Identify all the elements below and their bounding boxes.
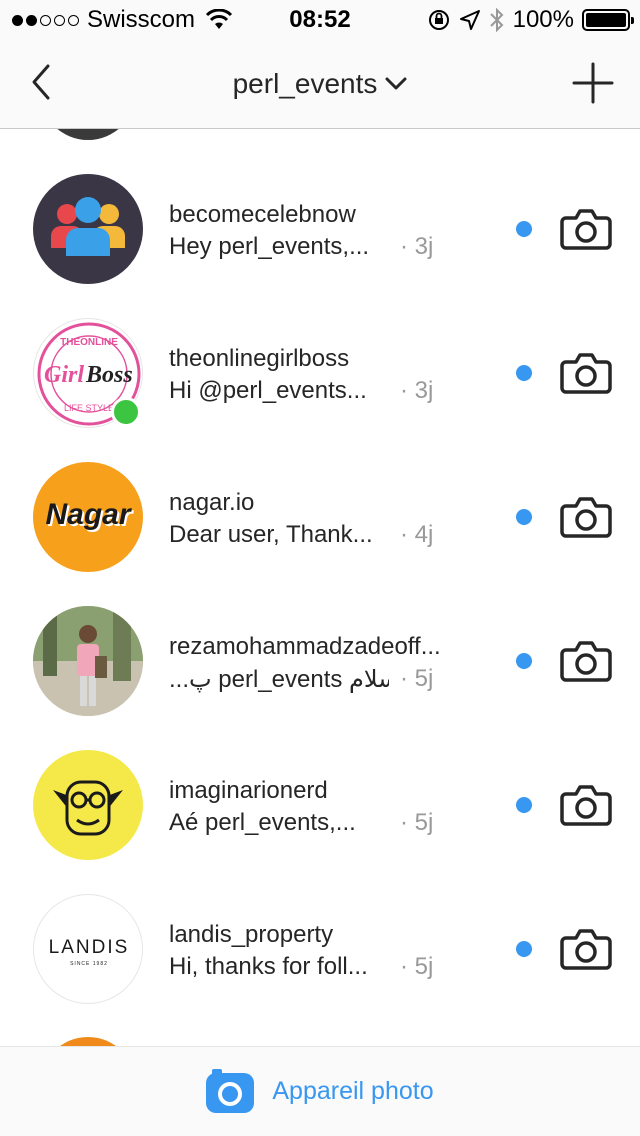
reply-camera-button[interactable] xyxy=(560,922,612,974)
reply-camera-button[interactable] xyxy=(560,634,612,686)
camera-icon xyxy=(560,785,612,826)
conversation-username: rezamohammadzadeoff... xyxy=(169,633,441,660)
unread-indicator xyxy=(516,221,532,237)
svg-text:LANDIS: LANDIS xyxy=(49,937,130,958)
orientation-lock-icon xyxy=(428,10,449,30)
camera-icon xyxy=(560,209,612,250)
camera-icon xyxy=(560,353,612,394)
account-switcher: perl_events xyxy=(0,68,640,100)
camera-button-label: Appareil photo xyxy=(272,1076,434,1105)
conversation-row[interactable]: becomecelebnow Hey perl_events,... · 3j xyxy=(0,129,640,284)
avatar: Nagar Nagar xyxy=(33,462,143,572)
conversation-row[interactable]: LANDIS SINCE 1982 landis_property Hi, th… xyxy=(0,849,640,1004)
message-preview: Hi, thanks for foll... xyxy=(169,953,368,980)
people-group-icon xyxy=(51,197,125,256)
camera-button[interactable]: Appareil photo xyxy=(0,1069,640,1113)
plus-icon xyxy=(572,62,614,104)
conversation-username: theonlinegirlboss xyxy=(169,345,350,372)
unread-indicator xyxy=(516,365,532,381)
svg-text:LIFE STYLE: LIFE STYLE xyxy=(64,403,114,413)
conversation-row[interactable]: Nagar Nagar nagar.io Dear user, Thank...… xyxy=(0,417,640,572)
svg-text:Boss: Boss xyxy=(85,362,133,388)
conversation-username: becomecelebnow xyxy=(169,201,356,228)
bluetooth-icon xyxy=(489,7,504,33)
message-age: · 3j xyxy=(400,377,434,404)
battery-fill xyxy=(586,13,626,27)
svg-text:Nagar: Nagar xyxy=(45,498,132,531)
status-right: 100% xyxy=(427,6,634,34)
landis-logo: LANDIS SINCE 1982 xyxy=(49,937,130,967)
conversation-list[interactable]: becomecelebnow Hey perl_events,... · 3j … xyxy=(0,129,640,1046)
battery-percentage: 100% xyxy=(512,6,574,33)
navigation-bar: perl_events xyxy=(0,40,640,129)
message-preview: Dear user, Thank... xyxy=(169,521,373,548)
conversation-row[interactable]: THEONLINE Girl Boss LIFE STYLE theonline… xyxy=(0,273,640,428)
page-title: perl_events xyxy=(232,68,378,99)
avatar xyxy=(40,1037,136,1046)
conversation-username: landis_property xyxy=(169,921,334,948)
unread-indicator xyxy=(516,653,532,669)
camera-icon xyxy=(560,497,612,538)
reply-camera-button[interactable] xyxy=(560,346,612,398)
message-preview: Hey perl_events,... xyxy=(169,233,370,260)
reply-camera-button[interactable] xyxy=(560,778,612,830)
svg-text:SINCE 1982: SINCE 1982 xyxy=(70,961,108,967)
unread-indicator xyxy=(516,797,532,813)
svg-text:THEONLINE: THEONLINE xyxy=(60,337,118,348)
message-age: · 4j xyxy=(400,521,434,548)
message-age: · 5j xyxy=(400,953,434,980)
unread-indicator xyxy=(516,941,532,957)
reply-camera-button[interactable] xyxy=(560,490,612,542)
reply-camera-button[interactable] xyxy=(560,202,612,254)
status-bar: Swisscom 08:52 100% xyxy=(0,0,640,40)
message-preview: Aé perl_events,... xyxy=(169,809,356,836)
camera-icon xyxy=(560,641,612,682)
avatar: LANDIS SINCE 1982 xyxy=(33,894,143,1004)
chevron-down-icon xyxy=(385,77,407,90)
nerd-goblin-logo xyxy=(53,780,123,836)
new-message-button[interactable] xyxy=(572,62,614,104)
nagar-logo: Nagar Nagar xyxy=(45,498,134,533)
account-dropdown[interactable]: perl_events xyxy=(233,68,408,100)
unread-indicator xyxy=(516,509,532,525)
svg-text:Girl: Girl xyxy=(44,362,84,388)
person-photo xyxy=(33,606,143,716)
message-age: · 5j xyxy=(400,809,434,836)
location-arrow-icon xyxy=(459,10,480,30)
camera-icon xyxy=(206,1069,255,1113)
message-preview: Hi @perl_events... xyxy=(169,377,367,404)
message-age: · 3j xyxy=(400,233,434,260)
battery-icon xyxy=(582,9,634,31)
avatar xyxy=(33,750,143,860)
conversation-row[interactable]: imaginarionerd Aé perl_events,... · 5j xyxy=(0,705,640,860)
bottom-bar: Appareil photo xyxy=(0,1046,640,1136)
avatar xyxy=(33,606,143,716)
message-preview: ...پ perl_events سلام xyxy=(169,666,389,693)
conversation-row[interactable]: rezamohammadzadeoff... ...پ perl_events … xyxy=(0,561,640,716)
conversation-username: nagar.io xyxy=(169,489,255,516)
message-age: · 5j xyxy=(400,665,434,692)
conversation-username: imaginarionerd xyxy=(169,777,328,804)
camera-icon xyxy=(560,929,612,970)
avatar xyxy=(33,174,143,284)
